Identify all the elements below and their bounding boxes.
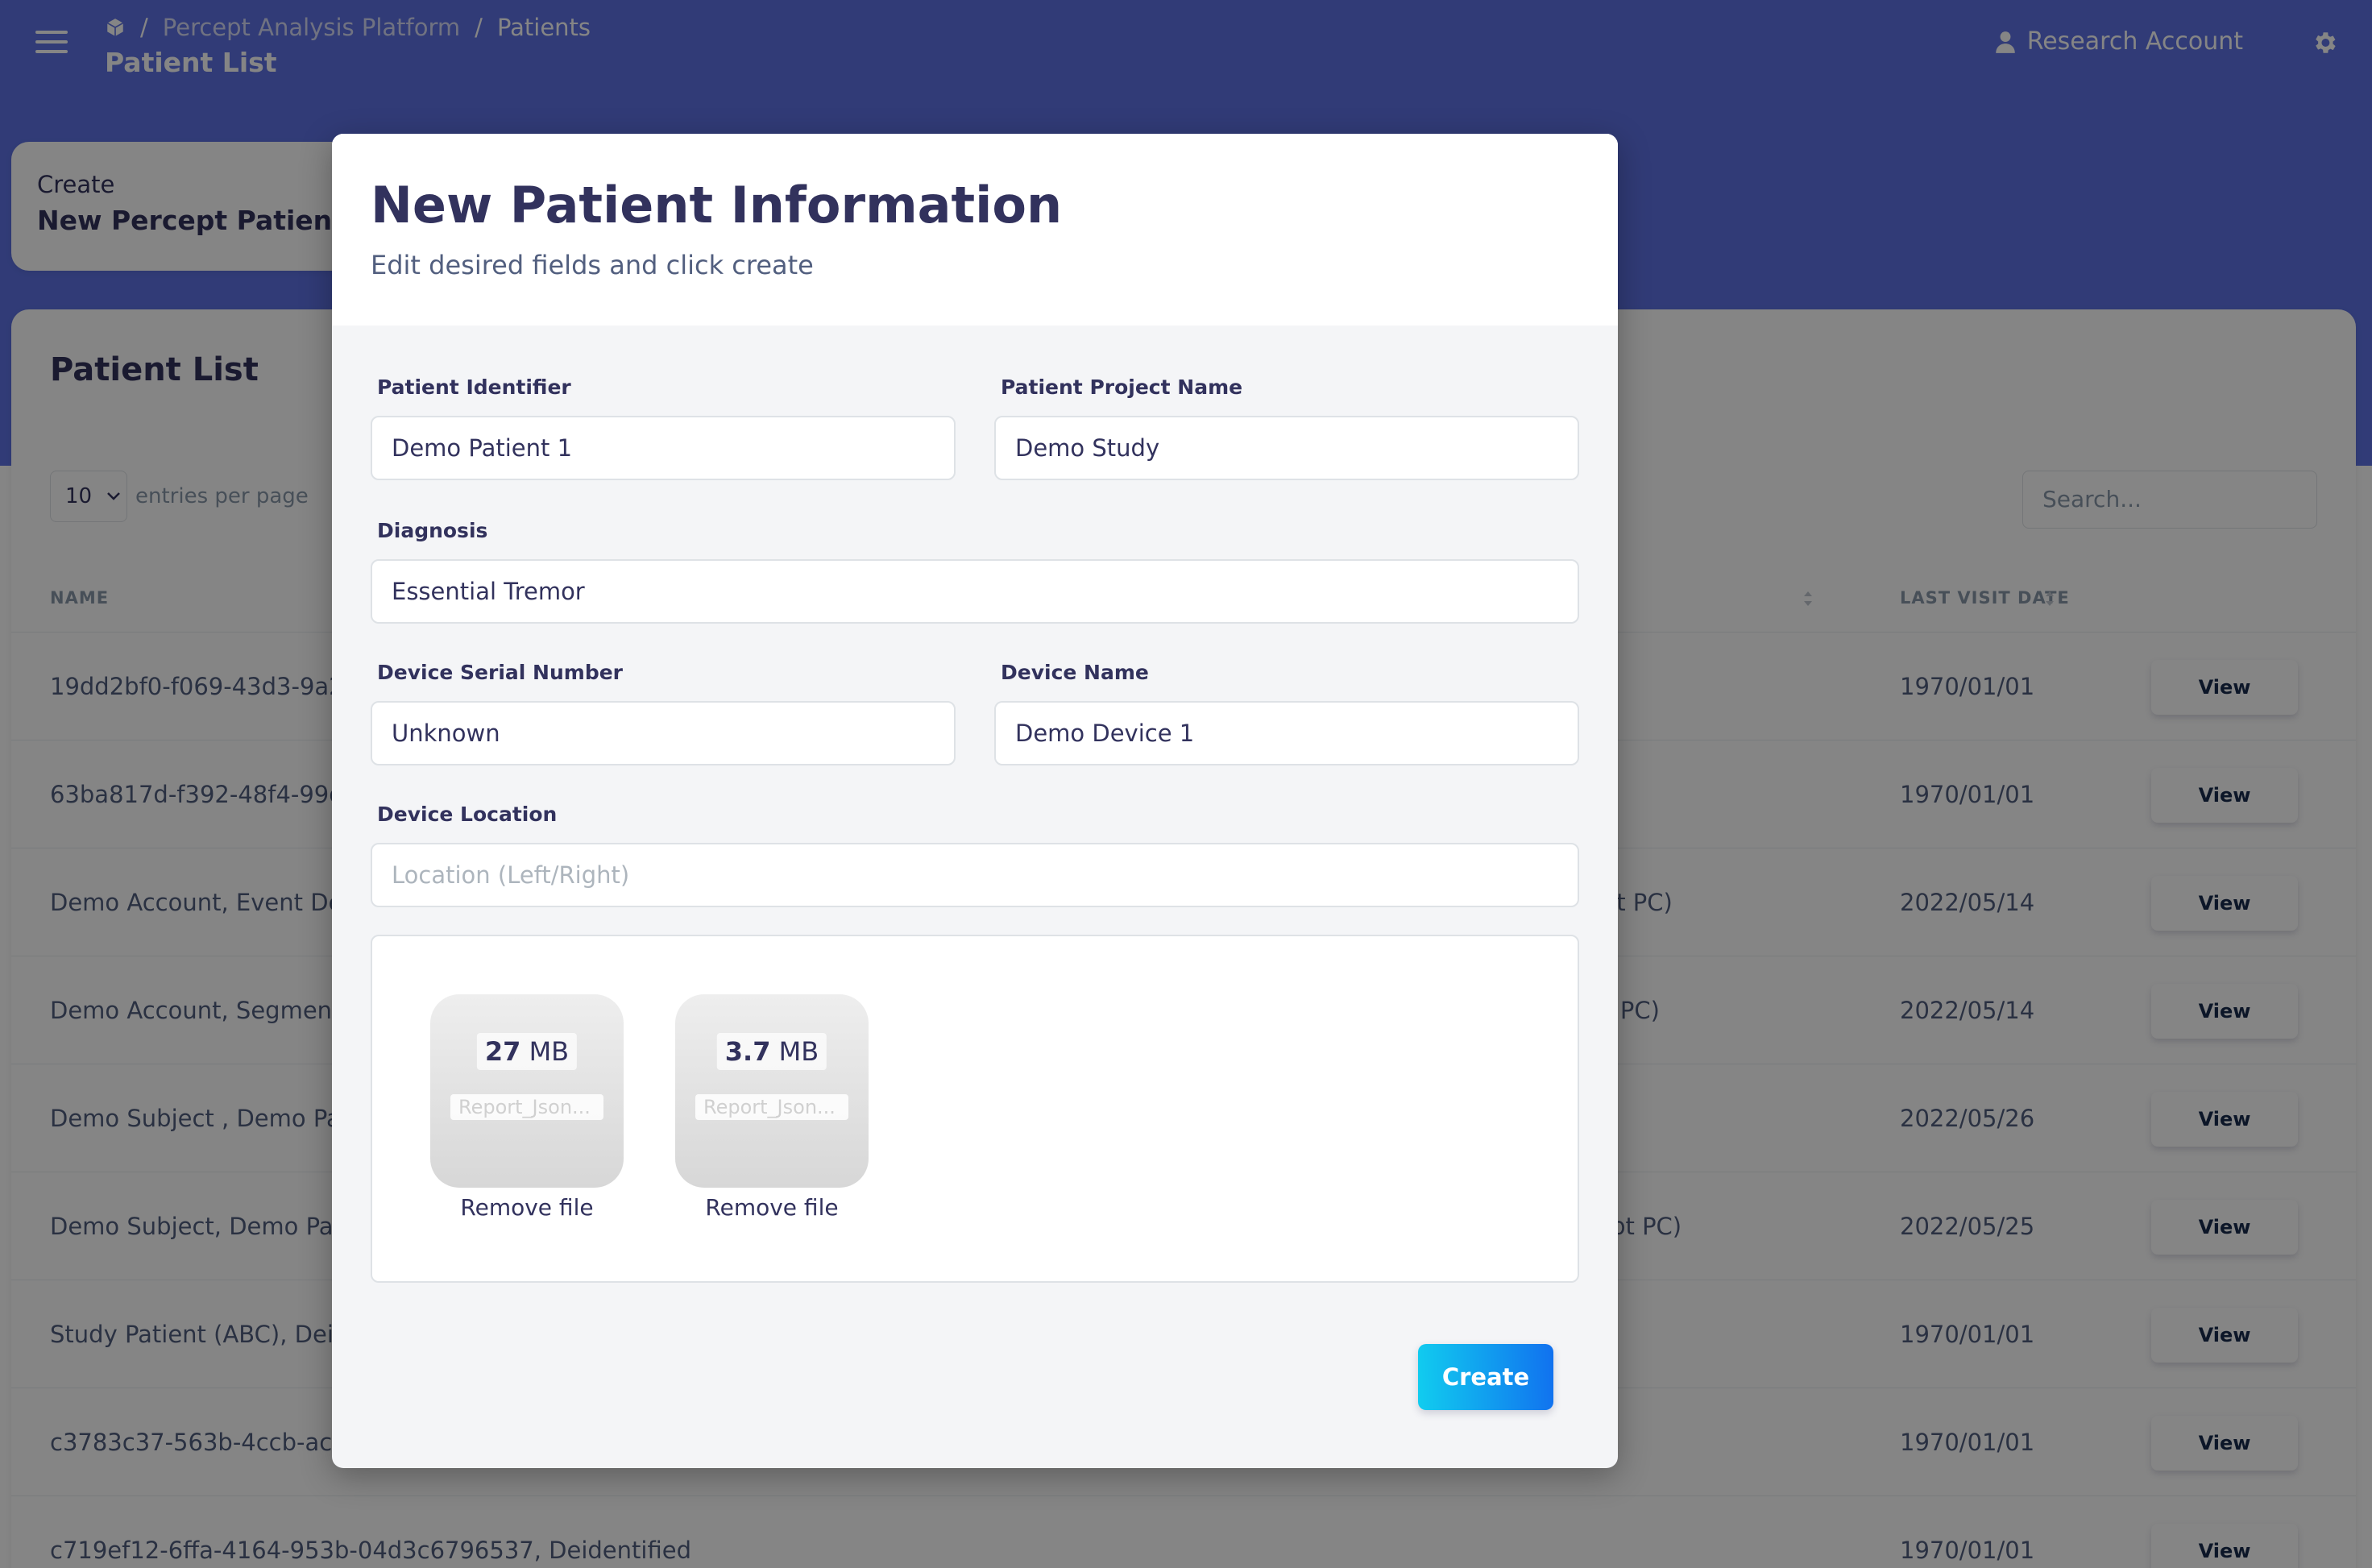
remove-file-link[interactable]: Remove file	[430, 1194, 624, 1221]
device-name-input[interactable]: Demo Device 1	[994, 701, 1579, 765]
remove-file-link[interactable]: Remove file	[675, 1194, 869, 1221]
diagnosis-input[interactable]: Essential Tremor	[371, 559, 1579, 624]
patient-identifier-input[interactable]: Demo Patient 1	[371, 416, 956, 480]
file-thumbnail: 3.7 MB Report_Json...	[675, 994, 869, 1188]
modal-subtitle: Edit desired fields and click create	[371, 250, 814, 280]
file-size: 27 MB	[476, 1033, 578, 1070]
file-size: 3.7 MB	[716, 1033, 827, 1070]
device-name-label: Device Name	[1001, 661, 1149, 684]
modal-title: New Patient Information	[371, 176, 1063, 234]
file-name: Report_Json...	[695, 1094, 848, 1120]
patient-identifier-label: Patient Identifier	[377, 375, 571, 399]
file-preview: 3.7 MB Report_Json... Remove file	[675, 994, 869, 1221]
project-name-label: Patient Project Name	[1001, 375, 1243, 399]
device-location-label: Device Location	[377, 803, 558, 826]
diagnosis-label: Diagnosis	[377, 519, 488, 542]
file-name: Report_Json...	[450, 1094, 603, 1120]
file-size-unit: MB	[529, 1036, 570, 1067]
file-size-number: 27	[484, 1036, 521, 1067]
project-name-input[interactable]: Demo Study	[994, 416, 1579, 480]
new-patient-modal: New Patient Information Edit desired fie…	[332, 134, 1618, 1468]
file-preview: 27 MB Report_Json... Remove file	[430, 994, 624, 1221]
device-location-input[interactable]: Location (Left/Right)	[371, 843, 1579, 907]
file-dropzone[interactable]: 27 MB Report_Json... Remove file 3.7 MB …	[371, 935, 1579, 1283]
file-thumbnail: 27 MB Report_Json...	[430, 994, 624, 1188]
modal-header: New Patient Information Edit desired fie…	[332, 134, 1618, 326]
create-button[interactable]: Create	[1418, 1344, 1553, 1410]
file-size-number: 3.7	[724, 1036, 771, 1067]
serial-number-input[interactable]: Unknown	[371, 701, 956, 765]
serial-number-label: Device Serial Number	[377, 661, 624, 684]
file-size-unit: MB	[778, 1036, 819, 1067]
